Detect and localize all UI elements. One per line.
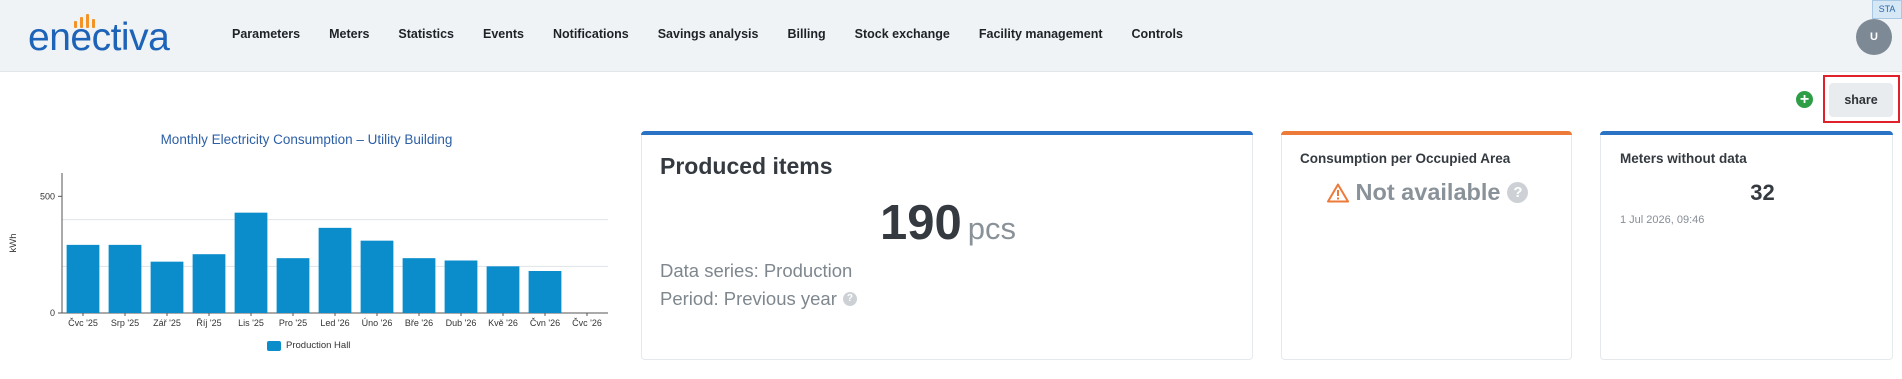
- chart-title: Monthly Electricity Consumption – Utilit…: [160, 132, 453, 147]
- chart-bar: [66, 244, 100, 313]
- chart-bar: [276, 258, 310, 313]
- nav-item-facility-management[interactable]: Facility management: [979, 27, 1103, 41]
- x-tick-label: Kvě '26: [488, 318, 518, 328]
- card-title: Produced items: [660, 153, 833, 179]
- x-tick-label: Dub '26: [446, 318, 477, 328]
- chart-bar: [318, 227, 352, 313]
- nav-item-notifications[interactable]: Notifications: [553, 27, 629, 41]
- nav-item-billing[interactable]: Billing: [787, 27, 825, 41]
- main-menu: Parameters Meters Statistics Events Noti…: [232, 27, 1212, 41]
- x-tick-label: Čvc '26: [572, 318, 602, 328]
- card-accent-line: [1600, 131, 1893, 135]
- card-accent-line: [641, 131, 1253, 135]
- chart-bar: [360, 240, 394, 313]
- logo-text: enectiva: [28, 16, 170, 59]
- meters-count: 32: [1750, 180, 1775, 205]
- x-tick-label: Čvn '26: [530, 318, 560, 328]
- legend-swatch: [267, 340, 281, 351]
- y-axis-label: kWh: [8, 234, 19, 253]
- x-tick-label: Lis '25: [238, 318, 264, 328]
- last-update-timestamp: 1 Jul 2026, 09:46: [1620, 214, 1705, 226]
- top-navigation-bar: enectiva Parameters Meters Statistics Ev…: [0, 0, 1902, 72]
- card-title: Meters without data: [1620, 151, 1747, 166]
- status-text: Not available: [1355, 179, 1501, 205]
- x-tick-label: Bře '26: [405, 318, 433, 328]
- period-row: Period: Previous year ?: [660, 288, 857, 310]
- chart-bar: [192, 254, 226, 313]
- environment-badge: STA: [1872, 0, 1902, 19]
- nav-item-controls[interactable]: Controls: [1132, 27, 1183, 41]
- chart-bar: [486, 266, 520, 313]
- plus-circle-icon[interactable]: +: [1796, 91, 1813, 108]
- chart-bar: [234, 212, 268, 313]
- x-tick-label: Zář '25: [153, 318, 181, 328]
- period-text: Period: Previous year: [660, 288, 837, 309]
- x-tick-label: Říj '25: [196, 318, 221, 328]
- chart-bar: [444, 260, 478, 313]
- x-tick-label: Úno '26: [362, 318, 393, 328]
- nav-item-statistics[interactable]: Statistics: [398, 27, 454, 41]
- chart-legend[interactable]: Production Hall: [267, 340, 350, 351]
- card-accent-line: [1281, 131, 1572, 135]
- nav-item-parameters[interactable]: Parameters: [232, 27, 300, 41]
- nav-item-savings-analysis[interactable]: Savings analysis: [658, 27, 759, 41]
- chart-bar: [528, 271, 562, 313]
- x-tick-label: Led '26: [320, 318, 349, 328]
- consumption-per-area-card[interactable]: Consumption per Occupied Area Not availa…: [1281, 131, 1572, 360]
- chart-bar: [150, 261, 184, 313]
- produced-number: 190: [879, 196, 962, 250]
- x-tick-label: Pro '25: [279, 318, 307, 328]
- y-tick-label: 0: [50, 308, 55, 318]
- legend-label: Production Hall: [286, 340, 351, 351]
- nav-item-stock-exchange[interactable]: Stock exchange: [855, 27, 950, 41]
- help-icon[interactable]: ?: [842, 292, 857, 306]
- nav-item-meters[interactable]: Meters: [329, 27, 369, 41]
- warning-triangle-icon: [1326, 183, 1349, 202]
- enectiva-logo[interactable]: enectiva: [28, 12, 178, 60]
- produced-value: 190 pcs: [642, 195, 1254, 251]
- produced-unit: pcs: [967, 211, 1016, 246]
- help-icon[interactable]: ?: [1507, 182, 1529, 203]
- meters-without-data-card[interactable]: Meters without data 32 1 Jul 2026, 09:46: [1600, 131, 1893, 360]
- x-tick-label: Čvc '25: [68, 318, 98, 328]
- not-available-row: Not available ?: [1282, 179, 1573, 206]
- x-tick-label: Srp '25: [111, 318, 139, 328]
- data-series-text: Data series: Production: [660, 260, 853, 281]
- nav-item-events[interactable]: Events: [483, 27, 524, 41]
- chart-bar: [108, 244, 142, 313]
- y-tick-label: 500: [40, 191, 55, 201]
- chart-bar: [402, 258, 436, 313]
- produced-items-card[interactable]: Produced items 190 pcs Data series: Produ…: [641, 131, 1253, 360]
- share-button[interactable]: share: [1829, 83, 1893, 117]
- user-avatar[interactable]: U: [1856, 19, 1892, 55]
- card-title: Consumption per Occupied Area: [1300, 151, 1511, 166]
- consumption-bar-chart: 0 500 kWh Čvc '25 Srp '25 Zář '25 Říj '25 Lis '…: [8, 173, 608, 328]
